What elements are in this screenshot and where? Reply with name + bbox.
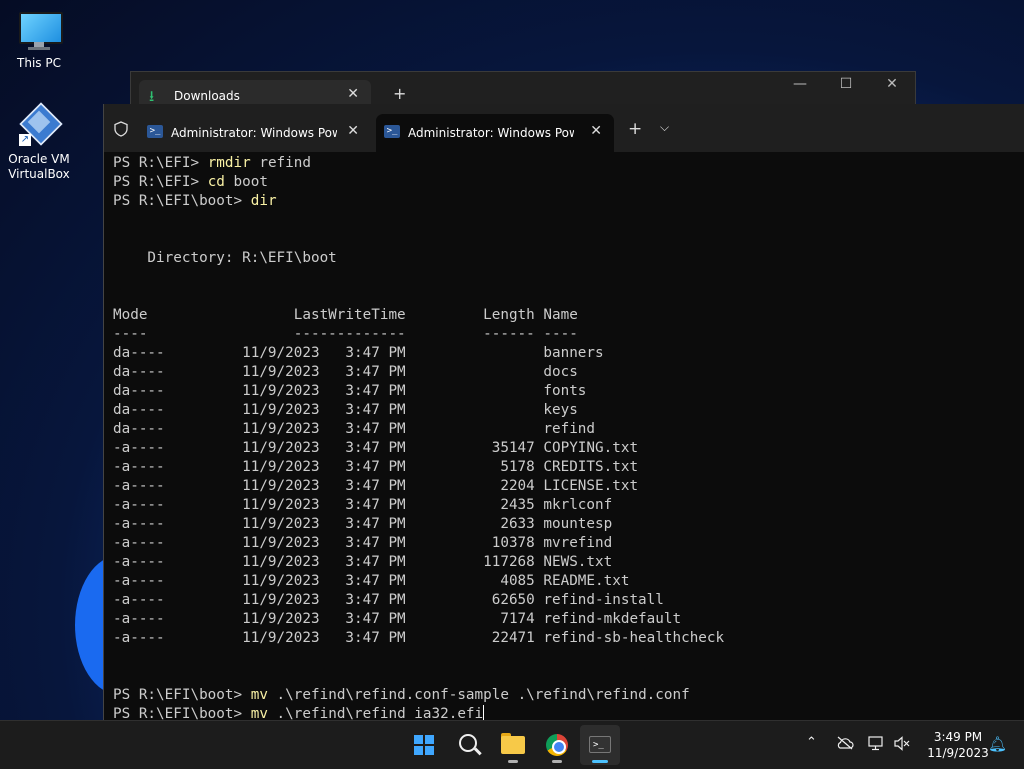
close-window-button[interactable]: ✕ [869, 76, 915, 92]
network-icon[interactable] [868, 736, 886, 751]
close-tab-icon[interactable]: ✕ [347, 86, 359, 102]
tab-label: Administrator: Windows PowerShell [408, 126, 574, 140]
terminal-line: -a---- 11/9/2023 3:47 PM 2435 mkrlconf [113, 497, 613, 513]
running-indicator [552, 760, 562, 763]
file-explorer-button[interactable] [493, 725, 533, 765]
terminal-line: -a---- 11/9/2023 3:47 PM 4085 README.txt [113, 573, 630, 589]
prompt-text: PS R:\EFI\boot> [113, 687, 251, 703]
terminal-line: -a---- 11/9/2023 3:47 PM 35147 COPYING.t… [113, 440, 639, 456]
command-args: refind [250, 155, 311, 171]
desktop-icon-label-line2: VirtualBox [8, 167, 70, 181]
active-indicator [592, 760, 608, 763]
maximize-button[interactable]: ☐ [823, 76, 869, 92]
terminal-line: da---- 11/9/2023 3:47 PM docs [113, 364, 578, 380]
terminal-line: -a---- 11/9/2023 3:47 PM 7174 refind-mkd… [113, 611, 682, 627]
close-tab-icon[interactable]: ✕ [590, 123, 602, 139]
powershell-icon: >_ [384, 125, 400, 138]
command-args: .\refind\refind.conf-sample .\refind\ref… [267, 687, 690, 703]
terminal-line: Mode LastWriteTime Length Name [113, 307, 578, 323]
terminal-line: -a---- 11/9/2023 3:47 PM 2633 mountesp [113, 516, 613, 532]
chevron-up-icon[interactable]: ⌃ [806, 735, 817, 750]
new-tab-button[interactable]: + [628, 119, 642, 139]
tab-label: Administrator: Windows PowerShell [171, 126, 337, 140]
desktop-icon-this-pc[interactable]: This PC [1, 8, 77, 71]
virtualbox-icon: ↗ [17, 102, 63, 148]
terminal-line: -a---- 11/9/2023 3:47 PM 62650 refind-in… [113, 592, 664, 608]
shield-icon [114, 121, 128, 137]
terminal-line: da---- 11/9/2023 3:47 PM fonts [113, 383, 587, 399]
chevron-down-icon[interactable]: ⌵ [660, 120, 669, 135]
terminal-line: -a---- 11/9/2023 3:47 PM 117268 NEWS.txt [113, 554, 613, 570]
new-tab-button[interactable]: + [393, 84, 406, 103]
computer-icon [17, 8, 63, 52]
terminal-line: -a---- 11/9/2023 3:47 PM 22471 refind-sb… [113, 630, 725, 646]
terminal-line: PS R:\EFI\boot> dir [113, 192, 1013, 211]
terminal-line: -a---- 11/9/2023 3:47 PM 5178 CREDITS.tx… [113, 459, 639, 475]
clock[interactable]: 3:49 PM 11/9/2023 [918, 729, 998, 761]
terminal-line: ---- ------------- ------ ---- [113, 326, 578, 342]
minimize-button[interactable]: — [777, 76, 823, 92]
shortcut-arrow-icon: ↗ [19, 134, 31, 146]
clock-date: 11/9/2023 [927, 746, 989, 760]
terminal-button[interactable]: >_ [580, 725, 620, 765]
running-indicator [508, 760, 518, 763]
command-name: mv [250, 687, 268, 703]
terminal-icon: >_ [589, 736, 611, 753]
tab-bar: >_ Administrator: Windows PowerShell ✕ >… [104, 104, 1024, 152]
tab-label: Downloads [174, 89, 240, 103]
prompt-text: PS R:\EFI> [113, 155, 208, 171]
command-name: rmdir [207, 155, 251, 171]
terminal-line: -a---- 11/9/2023 3:47 PM 10378 mvrefind [113, 535, 613, 551]
terminal-line: da---- 11/9/2023 3:47 PM refind [113, 421, 596, 437]
terminal-line: PS R:\EFI> cd boot [113, 173, 1013, 192]
terminal-line: da---- 11/9/2023 3:47 PM keys [113, 402, 578, 418]
text-cursor [483, 705, 485, 720]
close-tab-icon[interactable]: ✕ [347, 123, 359, 139]
notification-bell-icon[interactable]: 🔔︎ [988, 735, 1007, 753]
powershell-icon: >_ [147, 125, 163, 138]
start-button[interactable] [404, 725, 444, 765]
terminal-line: -a---- 11/9/2023 3:47 PM 2204 LICENSE.tx… [113, 478, 639, 494]
desktop-icon-label: This PC [17, 56, 61, 70]
cloud-offline-icon[interactable] [836, 736, 854, 750]
command-name: cd [207, 174, 225, 190]
terminal-line: PS R:\EFI> rmdir refind [113, 154, 1013, 173]
clock-time: 3:49 PM [933, 730, 983, 744]
windows-logo-icon [414, 735, 434, 755]
chrome-button[interactable] [537, 725, 577, 765]
folder-icon [501, 736, 525, 754]
volume-muted-icon[interactable] [894, 736, 910, 751]
search-button[interactable] [449, 725, 489, 765]
terminal-line: da---- 11/9/2023 3:47 PM banners [113, 345, 604, 361]
prompt-text: PS R:\EFI\boot> [113, 193, 251, 209]
command-name: dir [250, 193, 277, 209]
command-args: boot [224, 174, 268, 190]
terminal-line: Directory: R:\EFI\boot [113, 250, 337, 266]
prompt-text: PS R:\EFI> [113, 174, 208, 190]
taskbar: >_ ⌃ 3:49 PM 11/9/2023 🔔︎ [0, 720, 1024, 769]
terminal-window[interactable]: >_ Administrator: Windows PowerShell ✕ >… [103, 104, 1024, 722]
terminal-output[interactable]: PS R:\EFI> rmdir refind PS R:\EFI> cd boo… [113, 152, 1013, 722]
tab-powershell-2[interactable]: >_ Administrator: Windows PowerShell ✕ [376, 114, 614, 152]
tab-powershell-1[interactable]: >_ Administrator: Windows PowerShell ✕ [139, 114, 371, 152]
desktop-icon-label-line1: Oracle VM [8, 152, 70, 166]
desktop-icon-virtualbox[interactable]: ↗ Oracle VM VirtualBox [1, 102, 77, 182]
terminal-line: PS R:\EFI\boot> mv .\refind\refind.conf-… [113, 686, 1013, 705]
